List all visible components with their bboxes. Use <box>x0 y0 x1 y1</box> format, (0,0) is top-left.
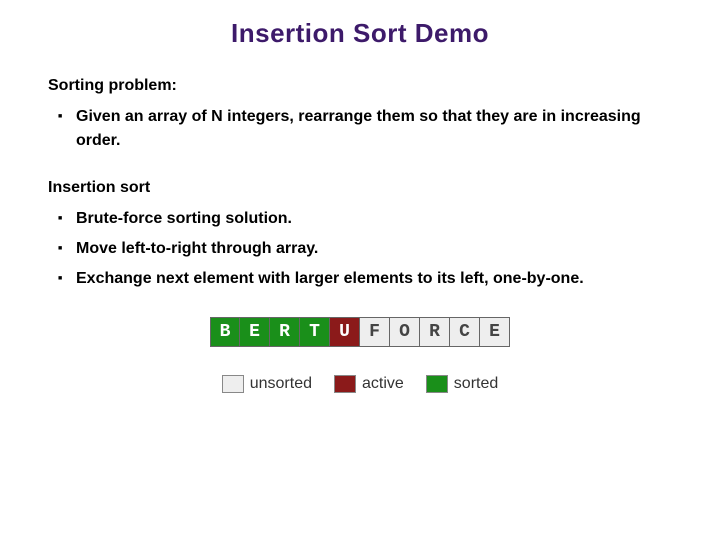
array-cell: T <box>300 317 330 347</box>
bullet-list-problem: Given an array of N integers, rearrange … <box>48 105 672 153</box>
page-title: Insertion Sort Demo <box>48 18 672 49</box>
array-cell: U <box>330 317 360 347</box>
array-cell: R <box>420 317 450 347</box>
swatch-icon <box>222 375 244 393</box>
swatch-icon <box>426 375 448 393</box>
list-item: Exchange next element with larger elemen… <box>76 267 672 291</box>
swatch-icon <box>334 375 356 393</box>
array-cell: E <box>480 317 510 347</box>
array-cell: F <box>360 317 390 347</box>
legend-item-active: active <box>334 375 404 393</box>
legend-label: active <box>362 375 404 393</box>
legend-item-sorted: sorted <box>426 375 498 393</box>
bullet-list-insertion: Brute-force sorting solution. Move left-… <box>48 207 672 291</box>
section-heading-insertion: Insertion sort <box>48 179 672 197</box>
list-item: Given an array of N integers, rearrange … <box>76 105 672 153</box>
list-item: Move left-to-right through array. <box>76 237 672 261</box>
legend-label: unsorted <box>250 375 312 393</box>
legend: unsorted active sorted <box>222 375 499 393</box>
array-cell: E <box>240 317 270 347</box>
array-cell: B <box>210 317 240 347</box>
array-cell: C <box>450 317 480 347</box>
array-visualization: B E R T U F O R C E <box>210 317 510 347</box>
array-cell: O <box>390 317 420 347</box>
legend-label: sorted <box>454 375 498 393</box>
legend-item-unsorted: unsorted <box>222 375 312 393</box>
array-cell: R <box>270 317 300 347</box>
list-item: Brute-force sorting solution. <box>76 207 672 231</box>
section-heading-problem: Sorting problem: <box>48 77 672 95</box>
